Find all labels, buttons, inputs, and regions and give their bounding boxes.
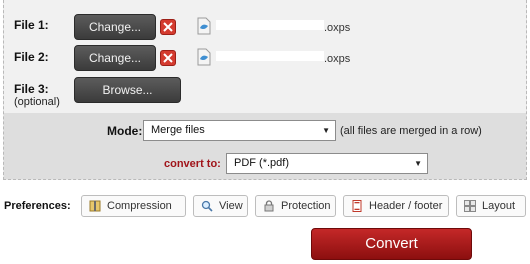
compression-button[interactable]: Compression [81,195,186,217]
layout-button[interactable]: Layout [456,195,526,217]
oxps-file-icon [197,17,211,35]
file-1-label: File 1: [14,18,49,32]
file-1-extension: .oxps [324,22,351,34]
document-icon [352,200,362,212]
layout-button-label: Layout [482,200,516,212]
redacted-file-name [216,51,324,61]
file-1-delete-button[interactable] [160,19,176,35]
lock-icon [264,200,274,212]
file-3-optional-label: (optional) [14,96,60,108]
mode-label: Mode: [107,124,143,138]
file-2-extension: .oxps [324,53,351,65]
file-2-delete-button[interactable] [160,50,176,66]
convert-button[interactable]: Convert [311,228,472,260]
convert-to-select[interactable]: PDF (*.pdf) ▼ [226,153,428,174]
close-icon [163,53,173,63]
view-button[interactable]: View [193,195,248,217]
oxps-file-icon [197,48,211,66]
mode-select[interactable]: Merge files ▼ [143,120,336,141]
file-2-change-button[interactable]: Change... [74,45,156,71]
file-panel: File 1: Change... .oxps File 2: Change..… [3,0,527,180]
file-3-label: File 3: [14,82,49,96]
file-3-browse-button[interactable]: Browse... [74,77,181,103]
compression-icon [89,200,101,212]
chevron-down-icon: ▼ [322,126,330,135]
compression-button-label: Compression [107,200,172,212]
preferences-label: Preferences: [4,200,71,212]
file-1-change-button[interactable]: Change... [74,14,156,40]
redacted-file-name [216,20,324,30]
convert-to-label: convert to: [164,158,221,170]
protection-button[interactable]: Protection [255,195,336,217]
convert-to-select-value: PDF (*.pdf) [234,157,290,169]
mode-hint: (all files are merged in a row) [340,125,482,137]
protection-button-label: Protection [281,200,331,212]
header-footer-button[interactable]: Header / footer [343,195,449,217]
view-button-label: View [219,200,243,212]
mode-select-value: Merge files [151,124,205,136]
magnifier-icon [201,200,213,212]
file-2-label: File 2: [14,50,49,64]
file-upload-area: File 1: Change... .oxps File 2: Change..… [4,0,526,113]
grid-icon [464,200,476,212]
chevron-down-icon: ▼ [414,159,422,168]
close-icon [163,22,173,32]
options-area: Mode: Merge files ▼ (all files are merge… [4,113,526,179]
header-footer-button-label: Header / footer [369,200,443,212]
